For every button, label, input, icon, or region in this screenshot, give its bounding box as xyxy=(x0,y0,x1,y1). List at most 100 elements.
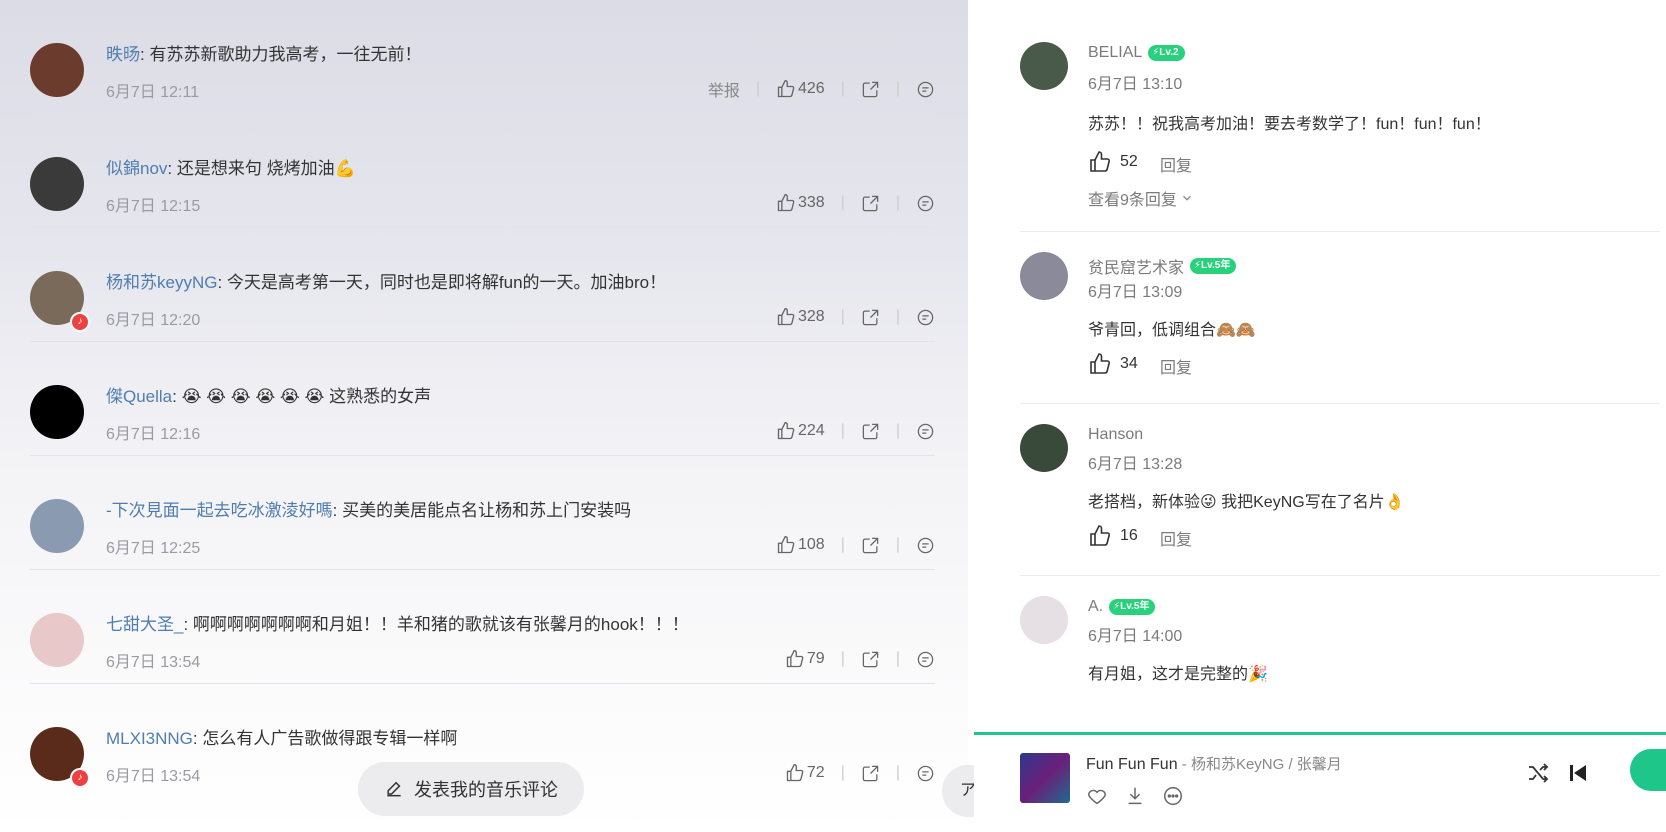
like-button[interactable]: 34 xyxy=(1088,352,1138,376)
heart-icon[interactable] xyxy=(1086,785,1108,807)
comment-text: 苏苏！！祝我高考加油！要去考数学了！fun！fun！fun！ xyxy=(1088,116,1491,133)
like-button[interactable]: 426 xyxy=(776,79,825,99)
comment-icon[interactable] xyxy=(916,308,935,327)
comment-username[interactable]: 昳旸 xyxy=(106,45,140,64)
comment-actions: 79 | | xyxy=(785,648,935,670)
comment-username[interactable]: MLXI3NNG xyxy=(106,729,193,748)
avatar[interactable] xyxy=(30,613,84,667)
like-count: 52 xyxy=(1120,153,1138,170)
thumbs-up-icon xyxy=(777,535,795,554)
download-icon[interactable] xyxy=(1124,785,1146,807)
username-text: 贫民窟艺术家 xyxy=(1088,260,1185,277)
comment-text: : 还是想来句 烧烤加油💪 xyxy=(167,159,356,178)
separator: | xyxy=(840,764,845,781)
share-icon[interactable] xyxy=(861,308,880,327)
level-text: Lv.2 xyxy=(1159,47,1179,58)
level-text: Lv.5年 xyxy=(1120,601,1150,612)
comment-actions: 72 | | xyxy=(785,762,935,784)
comment-text: : 有苏苏新歌助力我高考，一往无前！ xyxy=(140,45,422,64)
comment-username[interactable]: -下次見面一起去吃冰激淩好嗎 xyxy=(106,501,333,520)
list-item: BELIAL ⚡Lv.2 6月7日 13:10 苏苏！！祝我高考加油！要去考数学了… xyxy=(1020,10,1660,232)
comment-icon[interactable] xyxy=(916,764,935,783)
comment-line: 傑Quella: 😭 😭 😭 😭 😭 😭 这熟悉的女声 xyxy=(106,382,431,407)
thumbs-up-icon xyxy=(777,307,795,326)
like-button[interactable]: 16 xyxy=(1088,524,1138,548)
comment-actions: 224 | | xyxy=(776,420,935,442)
now-playing[interactable]: Fun Fun Fun - 杨和苏KeyNG / 张馨月 xyxy=(1086,753,1342,774)
avatar[interactable] xyxy=(1020,424,1068,472)
comment-username[interactable]: 傑Quella xyxy=(106,387,172,406)
album-cover[interactable] xyxy=(1020,753,1070,803)
like-count: 79 xyxy=(806,650,825,667)
username-text: A. xyxy=(1088,598,1104,615)
musician-badge-icon: ♪ xyxy=(70,768,90,788)
comment-text: : 今天是高考第一天，同时也是即将解fun的一天。加油bro！ xyxy=(217,273,667,292)
comment-username[interactable]: Hanson xyxy=(1088,426,1143,444)
play-pause-button[interactable] xyxy=(1630,749,1666,791)
avatar[interactable] xyxy=(1020,252,1068,300)
comment-username[interactable]: 似錦nov xyxy=(106,159,167,178)
like-button[interactable]: 72 xyxy=(785,763,825,783)
avatar[interactable] xyxy=(30,157,84,211)
share-icon[interactable] xyxy=(861,650,880,669)
comment-username[interactable]: 七甜大圣_ xyxy=(106,615,183,634)
shuffle-icon[interactable] xyxy=(1526,761,1550,785)
avatar[interactable] xyxy=(30,43,84,97)
share-icon[interactable] xyxy=(861,194,880,213)
comment-username[interactable]: 贫民窟艺术家 ⚡Lv.5年 xyxy=(1088,254,1237,278)
comment-text: : 怎么有人广告歌做得跟专辑一样啊 xyxy=(192,729,458,748)
separator: | xyxy=(895,308,900,325)
list-item: 七甜大圣_: 啊啊啊啊啊啊啊和月姐！！羊和猪的歌就该有张馨月的hook！！！ 6… xyxy=(30,570,935,684)
post-comment-button[interactable]: 发表我的音乐评论 xyxy=(358,762,584,816)
view-replies-link[interactable]: 查看9条回复 xyxy=(1088,186,1194,210)
comment-username[interactable]: 杨和苏keyyNG xyxy=(106,273,217,292)
share-icon[interactable] xyxy=(861,80,880,99)
avatar[interactable] xyxy=(30,499,84,553)
comment-username[interactable]: BELIAL ⚡Lv.2 xyxy=(1088,44,1185,62)
like-count: 34 xyxy=(1120,355,1138,372)
comment-time: 6月7日 13:28 xyxy=(1088,456,1183,473)
comment-line: MLXI3NNG: 怎么有人广告歌做得跟专辑一样啊 xyxy=(106,724,457,749)
like-button[interactable]: 79 xyxy=(785,649,825,669)
comment-text: 有月姐，这才是完整的🎉 xyxy=(1088,666,1268,683)
comment-icon[interactable] xyxy=(916,422,935,441)
share-icon[interactable] xyxy=(861,536,880,555)
like-button[interactable]: 108 xyxy=(776,535,825,555)
thumbs-up-icon xyxy=(1090,151,1111,172)
list-item: 傑Quella: 😭 😭 😭 😭 😭 😭 这熟悉的女声 6月7日 12:16 2… xyxy=(30,342,935,456)
like-button[interactable]: 338 xyxy=(776,193,825,213)
reply-button[interactable]: 回复 xyxy=(1160,354,1192,378)
comment-icon[interactable] xyxy=(916,80,935,99)
separator: | xyxy=(840,308,845,325)
separator: | xyxy=(840,80,845,97)
separator: | xyxy=(755,80,760,97)
report-button[interactable]: 举报 xyxy=(708,77,740,101)
comment-time: 6月7日 13:10 xyxy=(1088,76,1183,93)
like-button[interactable]: 224 xyxy=(776,421,825,441)
avatar[interactable] xyxy=(30,385,84,439)
thumbs-up-icon xyxy=(1090,525,1111,546)
comment-actions: 338 | | xyxy=(776,192,935,214)
more-icon[interactable] xyxy=(1162,785,1184,807)
avatar[interactable] xyxy=(1020,42,1068,90)
comment-icon[interactable] xyxy=(916,536,935,555)
comment-icon[interactable] xyxy=(916,650,935,669)
share-icon[interactable] xyxy=(861,764,880,783)
comment-username[interactable]: A. ⚡Lv.5年 xyxy=(1088,598,1156,616)
share-icon[interactable] xyxy=(861,422,880,441)
avatar[interactable] xyxy=(1020,596,1068,644)
username-text: Hanson xyxy=(1088,426,1144,443)
like-button[interactable]: 52 xyxy=(1088,150,1138,174)
left-comment-panel: 昳旸: 有苏苏新歌助力我高考，一往无前！ 6月7日 12:11 举报 | 426 … xyxy=(0,0,1002,832)
list-item: ♪ 杨和苏keyyNG: 今天是高考第一天，同时也是即将解fun的一天。加油br… xyxy=(30,228,935,342)
like-button[interactable]: 328 xyxy=(776,307,825,327)
comment-actions: 举报 | 426 | | xyxy=(708,78,935,100)
reply-button[interactable]: 回复 xyxy=(1160,152,1192,176)
song-title: Fun Fun Fun xyxy=(1086,756,1178,773)
comment-line: -下次見面一起去吃冰激淩好嗎: 买美的美居能点名让杨和苏上门安装吗 xyxy=(106,496,631,521)
comment-icon[interactable] xyxy=(916,194,935,213)
reply-button[interactable]: 回复 xyxy=(1160,526,1192,550)
previous-track-icon[interactable] xyxy=(1566,761,1590,785)
list-item: -下次見面一起去吃冰激淩好嗎: 买美的美居能点名让杨和苏上门安装吗 6月7日 1… xyxy=(30,456,935,570)
left-comment-list: 昳旸: 有苏苏新歌助力我高考，一往无前！ 6月7日 12:11 举报 | 426 … xyxy=(30,0,935,798)
